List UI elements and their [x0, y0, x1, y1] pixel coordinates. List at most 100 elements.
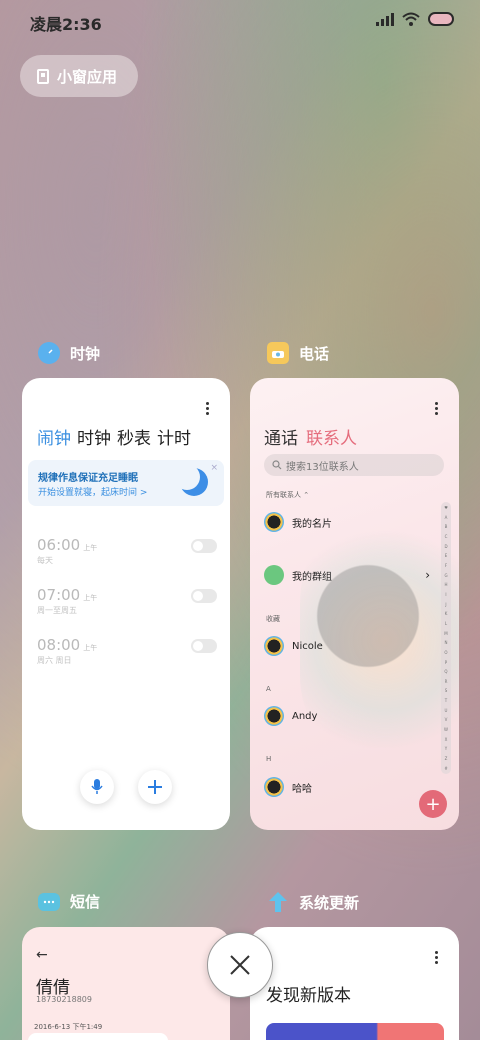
back-arrow-icon[interactable]: ←	[36, 947, 48, 963]
add-contact-button[interactable]: +	[419, 790, 447, 818]
clear-all-button[interactable]	[207, 932, 273, 998]
chevron-right-icon: ›	[425, 568, 430, 582]
contact-row[interactable]: Nicole	[264, 636, 323, 656]
tab-timer[interactable]: 计时	[157, 424, 191, 449]
sleep-banner[interactable]: 规律作息保证充足睡眠 开始设置就寝，起床时间 > ×	[28, 460, 224, 506]
index-letter[interactable]: Z	[445, 756, 448, 761]
alarm-toggle[interactable]	[191, 539, 217, 553]
index-letter[interactable]: I	[445, 592, 446, 597]
index-letter[interactable]: M	[444, 631, 447, 636]
phone-app-card[interactable]: 通话 联系人 搜索13位联系人 所有联系人 ⌃ 我的名片 我的群组 › 收藏 N…	[250, 378, 459, 830]
index-letter[interactable]: W	[444, 727, 448, 732]
clock-app-card[interactable]: 闹钟 时钟 秒表 计时 规律作息保证充足睡眠 开始设置就寝，起床时间 > × 0…	[22, 378, 230, 830]
app-name-update: 系统更新	[299, 893, 360, 912]
alarm-toggle[interactable]	[191, 639, 217, 653]
tab-alarm[interactable]: 闹钟	[37, 424, 71, 449]
contact-row[interactable]: 哈哈	[264, 777, 312, 797]
app-label-clock[interactable]: 时钟	[38, 342, 100, 364]
index-letter[interactable]: J	[445, 602, 446, 607]
index-letter[interactable]: A	[445, 515, 448, 520]
update-banner	[266, 1023, 444, 1040]
app-name-clock: 时钟	[70, 344, 101, 363]
alarm-row[interactable]: 06:00 上午 每天	[37, 535, 217, 571]
wallpaper-cat-art	[300, 508, 459, 748]
section-header-h: H	[266, 755, 272, 763]
alarm-toggle[interactable]	[191, 589, 217, 603]
signal-icon	[376, 12, 394, 26]
group-icon	[264, 565, 284, 585]
tab-stopwatch[interactable]: 秒表	[117, 424, 151, 449]
status-icons	[376, 12, 454, 26]
contact-row[interactable]: Andy	[264, 706, 317, 726]
index-letter[interactable]: Q	[444, 669, 447, 674]
sms-app-card[interactable]: ← 倩倩 18730218809 2016-6-13 下午1:49	[22, 927, 230, 1040]
battery-icon	[428, 12, 454, 26]
section-header-favorites: 收藏	[266, 615, 280, 623]
update-more-icon[interactable]	[435, 951, 439, 964]
tab-calls[interactable]: 通话	[264, 424, 298, 449]
index-letter[interactable]: R	[445, 679, 448, 684]
index-letter[interactable]: L	[445, 621, 447, 626]
index-letter[interactable]: T	[445, 698, 447, 703]
index-letter[interactable]: H	[444, 582, 447, 587]
clock-more-icon[interactable]	[206, 402, 210, 415]
banner-close-icon[interactable]: ×	[210, 463, 218, 473]
index-letter[interactable]: S	[445, 688, 448, 693]
status-time: 凌晨2:36	[30, 15, 102, 34]
phone-more-icon[interactable]	[435, 402, 439, 415]
index-letter[interactable]: F	[445, 563, 447, 568]
alarm-ampm: 上午	[83, 544, 98, 552]
app-label-sms[interactable]: 短信	[38, 891, 100, 912]
voice-alarm-button[interactable]	[80, 770, 114, 804]
index-letter[interactable]: N	[445, 640, 448, 645]
system-update-app-card[interactable]: 发现新版本	[250, 927, 459, 1040]
alarm-row[interactable]: 08:00 上午 周六 周日	[37, 635, 217, 671]
index-letter[interactable]: #	[444, 766, 447, 771]
index-letter[interactable]: C	[445, 534, 448, 539]
contact-row[interactable]: 我的群组 ›	[264, 565, 430, 585]
sleep-banner-subtitle: 开始设置就寝，起床时间 >	[38, 488, 148, 498]
floating-window-apps-button[interactable]: 小窗应用	[20, 55, 138, 97]
alarm-days: 周一至周五	[37, 606, 77, 615]
index-letter[interactable]: Y	[445, 746, 447, 751]
contact-name: 我的群组	[292, 571, 332, 583]
sleep-banner-title: 规律作息保证充足睡眠	[38, 473, 138, 484]
index-letter[interactable]: E	[445, 553, 448, 558]
alarm-row[interactable]: 07:00 上午 周一至周五	[37, 585, 217, 621]
alarm-time: 07:00	[37, 586, 81, 604]
message-bubble	[28, 1033, 168, 1040]
index-letter[interactable]: O	[444, 650, 447, 655]
alphabet-index-scrollbar[interactable]: ♥ A B C D E F G H I J K L M N O P Q R S T U V W X Y Z #	[441, 502, 451, 774]
floating-window-label: 小窗应用	[57, 67, 118, 86]
contact-name: Andy	[292, 710, 318, 722]
floating-window-icon	[37, 68, 49, 84]
index-letter[interactable]: D	[444, 544, 447, 549]
index-letter[interactable]: P	[445, 660, 447, 665]
message-app-icon	[38, 892, 60, 911]
avatar	[264, 636, 284, 656]
index-letter[interactable]: K	[445, 611, 448, 616]
tab-contacts[interactable]: 联系人	[306, 424, 357, 449]
index-letter[interactable]: G	[444, 573, 447, 578]
alarm-days: 周六 周日	[37, 656, 72, 665]
index-letter[interactable]: ♥	[444, 505, 448, 510]
index-letter[interactable]: X	[445, 737, 448, 742]
index-letter[interactable]: V	[445, 717, 448, 722]
index-letter[interactable]: B	[445, 524, 448, 529]
app-label-update[interactable]: 系统更新	[267, 891, 359, 913]
contacts-search-input[interactable]: 搜索13位联系人	[264, 454, 444, 476]
avatar	[264, 512, 284, 532]
phone-tabs: 通话 联系人	[264, 424, 357, 449]
contact-row[interactable]: 我的名片	[264, 512, 332, 532]
app-label-phone[interactable]: 电话	[267, 342, 329, 364]
contact-name: 哈哈	[292, 783, 312, 795]
microphone-icon	[91, 779, 103, 794]
alarm-days: 每天	[37, 556, 53, 565]
app-name-sms: 短信	[70, 893, 101, 911]
avatar	[264, 706, 284, 726]
contacts-filter[interactable]: 所有联系人 ⌃	[266, 490, 309, 500]
tab-clock[interactable]: 时钟	[77, 424, 111, 449]
conversation-contact-number: 18730218809	[36, 995, 92, 1004]
add-alarm-button[interactable]	[138, 770, 172, 804]
index-letter[interactable]: U	[445, 708, 448, 713]
